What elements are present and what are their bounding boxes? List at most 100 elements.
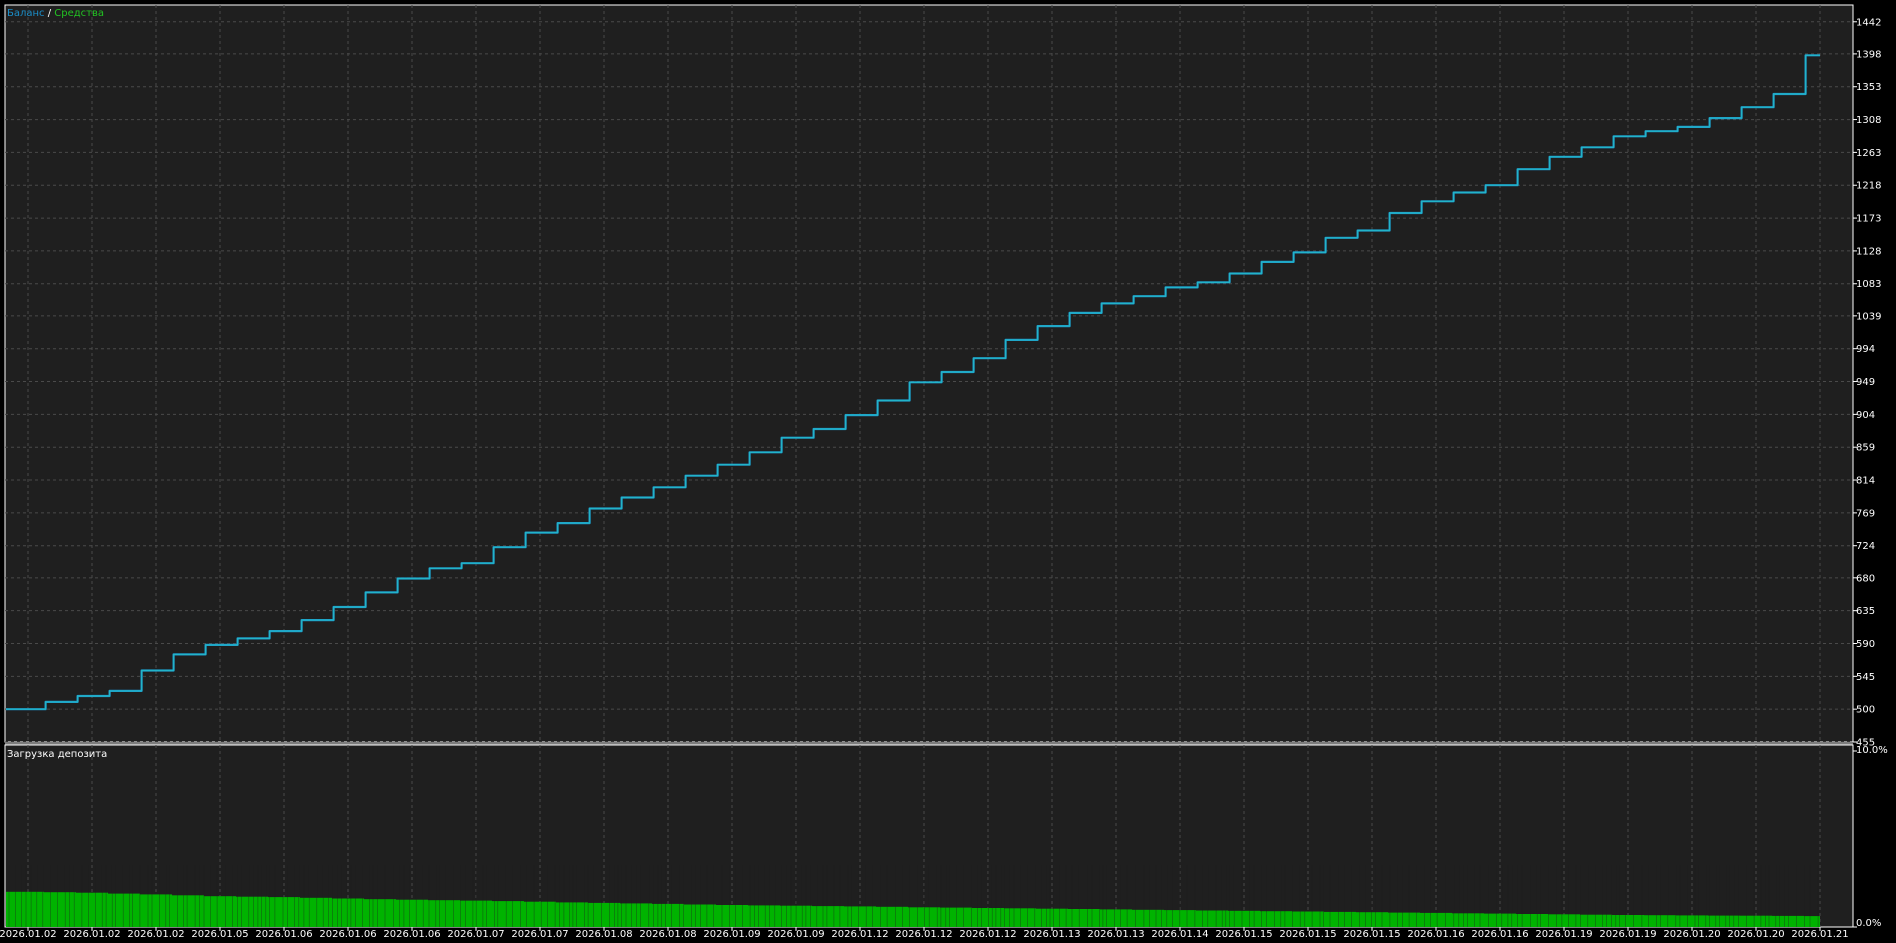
deposit-load-bar [1452, 913, 1484, 927]
deposit-load-bar [108, 893, 140, 927]
deposit-load-bar [492, 901, 524, 927]
x-tick-label: 2026.01.12 [895, 929, 952, 940]
deposit-load-bar [1388, 912, 1420, 927]
deposit-load-bar [844, 906, 876, 927]
legend: Баланс / Средства [7, 8, 104, 19]
deposit-load-bar [972, 908, 1004, 927]
deposit-load-bar [1516, 914, 1548, 927]
legend-balance-label: Баланс [7, 8, 45, 19]
deposit-load-bar [1772, 915, 1804, 927]
y-tick-label: 859 [1856, 443, 1875, 454]
x-tick-label: 2026.01.15 [1343, 929, 1400, 940]
x-tick-label: 2026.01.08 [639, 929, 696, 940]
deposit-load-bar [1260, 911, 1292, 927]
deposit-load-bar [140, 894, 172, 927]
x-tick-label: 2026.01.12 [959, 929, 1016, 940]
y-tick-label: 724 [1856, 541, 1875, 552]
deposit-load-bar [1036, 908, 1068, 927]
y-tick-label: 590 [1856, 639, 1875, 650]
legend-equity-label: Средства [54, 8, 104, 19]
x-tick-label: 2026.01.19 [1599, 929, 1656, 940]
deposit-load-bar [428, 900, 460, 927]
x-tick-label: 2026.01.06 [255, 929, 312, 940]
deposit-load-bar [1004, 908, 1036, 927]
y-tick-label: 635 [1856, 606, 1875, 617]
deposit-load-bar [1548, 914, 1580, 927]
deposit-load-bar [1068, 909, 1100, 927]
y-tick-label: 1353 [1856, 82, 1881, 93]
deposit-load-bar [1292, 911, 1324, 927]
x-tick-label: 2026.01.08 [575, 929, 632, 940]
x-tick-label: 2026.01.06 [319, 929, 376, 940]
x-tick-label: 2026.01.13 [1023, 929, 1080, 940]
x-tick-label: 2026.01.20 [1663, 929, 1720, 940]
y-tick-label: 1398 [1856, 49, 1881, 60]
deposit-load-bar [620, 903, 652, 927]
deposit-load-bar [908, 907, 940, 927]
deposit-load-bar [300, 897, 332, 927]
x-tick-label: 2026.01.07 [447, 929, 504, 940]
x-tick-label: 2026.01.12 [831, 929, 888, 940]
x-tick-label: 2026.01.07 [511, 929, 568, 940]
deposit-load-bar [76, 892, 108, 927]
chart-canvas: 4555005455906356807247698148599049499941… [0, 4, 1888, 940]
deposit-load-bar [1484, 913, 1516, 927]
deposit-load-bar [1644, 915, 1676, 927]
deposit-load-bar [716, 905, 748, 927]
deposit-load-bar [524, 901, 556, 927]
x-tick-label: 2026.01.19 [1535, 929, 1592, 940]
x-tick-label: 2026.01.14 [1151, 929, 1208, 940]
y-tick-label: 949 [1856, 377, 1875, 388]
sub-y-tick-label: 10.0% [1856, 745, 1888, 756]
x-tick-label: 2026.01.06 [383, 929, 440, 940]
deposit-load-bar [236, 896, 268, 927]
deposit-load-bar [268, 897, 300, 927]
deposit-load-bar [1612, 915, 1644, 927]
x-axis: 2026.01.02 2026.01.02 2026.01.02 2026.01.05… [0, 927, 1849, 940]
x-tick-label: 2026.01.16 [1471, 929, 1528, 940]
y-tick-label: 1442 [1856, 17, 1881, 28]
deposit-load-bar [1132, 909, 1164, 927]
y-tick-label: 1218 [1856, 181, 1881, 192]
x-tick-label: 2026.01.09 [703, 929, 760, 940]
deposit-load-bar [748, 905, 780, 927]
x-tick-label: 2026.01.13 [1087, 929, 1144, 940]
deposit-load-bar [204, 896, 236, 927]
deposit-load-bar [684, 904, 716, 927]
deposit-load-bar [44, 892, 76, 927]
y-tick-label: 1083 [1856, 279, 1881, 290]
deposit-load-bar [1228, 910, 1260, 927]
y-tick-label: 1263 [1856, 148, 1881, 159]
y-tick-label: 1173 [1856, 214, 1881, 225]
deposit-load-bar [1708, 915, 1740, 927]
y-tick-label: 994 [1856, 344, 1875, 355]
y-tick-label: 680 [1856, 573, 1875, 584]
deposit-load-bar [364, 899, 396, 927]
deposit-load-bar [1804, 916, 1820, 927]
deposit-load-bar [556, 902, 588, 927]
deposit-load-title: Загрузка депозита [7, 749, 107, 760]
x-tick-label: 2026.01.05 [191, 929, 248, 940]
x-tick-label: 2026.01.20 [1727, 929, 1784, 940]
y-tick-label: 769 [1856, 508, 1875, 519]
deposit-load-bar [588, 902, 620, 927]
y-tick-label: 814 [1856, 476, 1875, 487]
y-tick-label: 545 [1856, 672, 1875, 683]
deposit-load-bar [6, 891, 44, 927]
sub-y-tick-label: 0.0% [1856, 918, 1881, 929]
x-tick-label: 2026.01.16 [1407, 929, 1464, 940]
legend-separator: / [45, 8, 55, 19]
x-tick-label: 2026.01.02 [127, 929, 184, 940]
x-tick-label: 2026.01.15 [1215, 929, 1272, 940]
deposit-load-bar [1740, 915, 1772, 927]
deposit-load-bar [1356, 912, 1388, 927]
deposit-load-y-axis: 10.0% 0.0% [1853, 745, 1888, 929]
x-tick-label: 2026.01.02 [63, 929, 120, 940]
main-y-axis: 4555005455906356807247698148599049499941… [1853, 17, 1881, 749]
y-tick-label: 904 [1856, 410, 1875, 421]
y-tick-label: 1039 [1856, 311, 1881, 322]
x-tick-label: 2026.01.09 [767, 929, 824, 940]
deposit-load-bar [1580, 914, 1612, 927]
x-tick-label: 2026.01.15 [1279, 929, 1336, 940]
y-tick-label: 500 [1856, 705, 1875, 716]
